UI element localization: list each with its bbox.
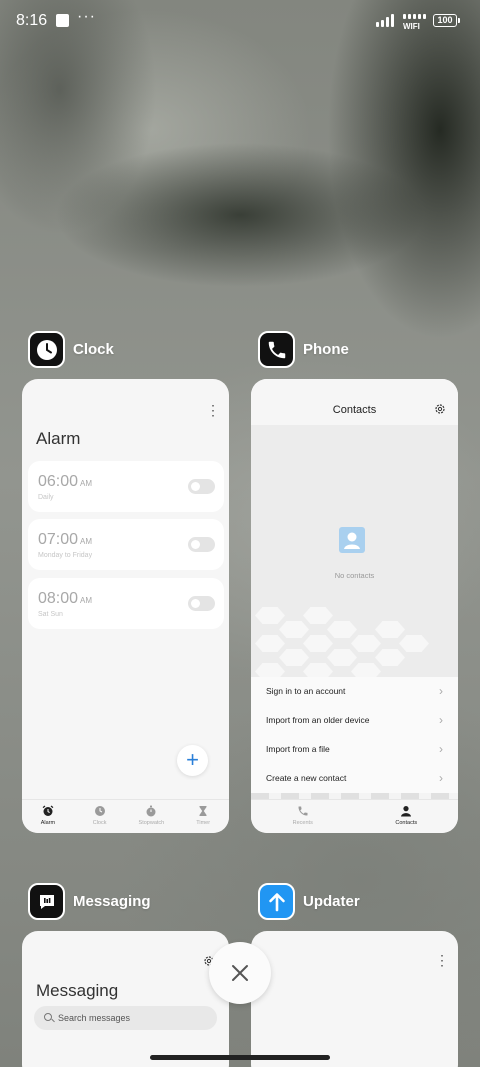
import-file-item[interactable]: Import from a file › (251, 735, 458, 764)
import-older-device-item[interactable]: Import from an older device › (251, 706, 458, 735)
phone-icon (298, 806, 308, 816)
alarm-row[interactable]: 08:00 AM Sat Sun (28, 578, 224, 629)
search-input[interactable]: Search messages (34, 1006, 217, 1030)
chevron-right-icon: › (439, 771, 443, 785)
chevron-right-icon: › (439, 684, 443, 698)
alarm-icon (42, 805, 54, 816)
updater-card[interactable]: ⋮ (251, 931, 458, 1067)
close-icon (232, 965, 248, 981)
contacts-actions: Sign in to an account › Import from an ol… (251, 677, 458, 793)
add-alarm-button[interactable]: + (177, 745, 208, 776)
tab-clock[interactable]: Clock (74, 800, 126, 833)
create-contact-item[interactable]: Create a new contact › (251, 764, 458, 793)
updater-app-name: Updater (303, 893, 360, 910)
messaging-title: Messaging (36, 981, 119, 1000)
status-time: 8:16 (16, 12, 48, 29)
clock-app-name: Clock (73, 341, 114, 358)
clock-icon (28, 331, 65, 368)
phone-card[interactable]: Contacts No contacts Sign in to an accou… (251, 379, 458, 833)
alarm-row[interactable]: 07:00 AM Monday to Friday (28, 519, 224, 570)
more-notifications-icon: ··· (77, 8, 96, 25)
status-bar: 8:16 ··· WIFI 100 (0, 0, 480, 44)
clock-icon (94, 806, 105, 816)
messaging-app-header[interactable]: Messaging (28, 883, 151, 920)
tab-recents[interactable]: Recents (251, 800, 355, 833)
alarm-toggle[interactable] (188, 479, 215, 494)
alarm-toggle[interactable] (188, 537, 215, 552)
more-options-icon[interactable]: ⋮ (206, 403, 220, 417)
alarm-time: 08:00 AM (38, 590, 93, 607)
clock-app-header[interactable]: Clock (28, 331, 114, 368)
contacts-empty-area: No contacts (251, 425, 458, 677)
settings-gear-icon[interactable] (434, 403, 446, 415)
alarm-time: 07:00 AM (38, 531, 93, 548)
phone-tab-bar: Recents Contacts (251, 799, 458, 833)
signal-icon (376, 13, 394, 27)
contacts-header: Contacts (251, 379, 458, 425)
no-contacts-text: No contacts (334, 571, 375, 580)
tab-stopwatch[interactable]: Stopwatch (126, 800, 178, 833)
alarm-repeat: Sat Sun (38, 611, 63, 618)
tab-alarm[interactable]: Alarm (22, 800, 74, 833)
battery-icon: 100 (433, 14, 460, 27)
more-options-icon[interactable]: ⋮ (435, 953, 449, 967)
updater-app-header[interactable]: Updater (258, 883, 360, 920)
alarm-title: Alarm (36, 429, 81, 448)
chevron-right-icon: › (439, 713, 443, 727)
clock-tab-bar: Alarm Clock Stopwatch Timer (22, 799, 229, 833)
alarm-repeat: Monday to Friday (38, 552, 93, 559)
arrow-up-icon (258, 883, 295, 920)
alarm-time: 06:00 AM (38, 473, 93, 490)
alarm-repeat: Daily (38, 494, 54, 501)
contacts-title: Contacts (332, 404, 377, 416)
stopwatch-icon (146, 805, 156, 817)
alarm-toggle[interactable] (188, 596, 215, 611)
wifi-icon (403, 13, 426, 19)
chevron-right-icon: › (439, 742, 443, 756)
wifi-label: WIFI (403, 22, 420, 31)
person-placeholder-icon (339, 527, 365, 553)
clear-all-button[interactable] (209, 942, 271, 1004)
message-icon (28, 883, 65, 920)
home-indicator[interactable] (150, 1055, 330, 1060)
tab-contacts[interactable]: Contacts (355, 800, 459, 833)
clock-card[interactable]: ⋮ Alarm 06:00 AM Daily 07:00 AM Monday to … (22, 379, 229, 833)
person-icon (401, 806, 412, 817)
hourglass-icon (199, 806, 207, 816)
notification-icon (56, 14, 69, 27)
alarm-row[interactable]: 06:00 AM Daily (28, 461, 224, 512)
search-icon (44, 1013, 52, 1021)
messaging-card[interactable]: Messaging Search messages (22, 931, 229, 1067)
messaging-app-name: Messaging (73, 893, 151, 910)
sign-in-account-item[interactable]: Sign in to an account › (251, 677, 458, 706)
tab-timer[interactable]: Timer (177, 800, 229, 833)
phone-app-header[interactable]: Phone (258, 331, 349, 368)
phone-icon (258, 331, 295, 368)
phone-app-name: Phone (303, 341, 349, 358)
